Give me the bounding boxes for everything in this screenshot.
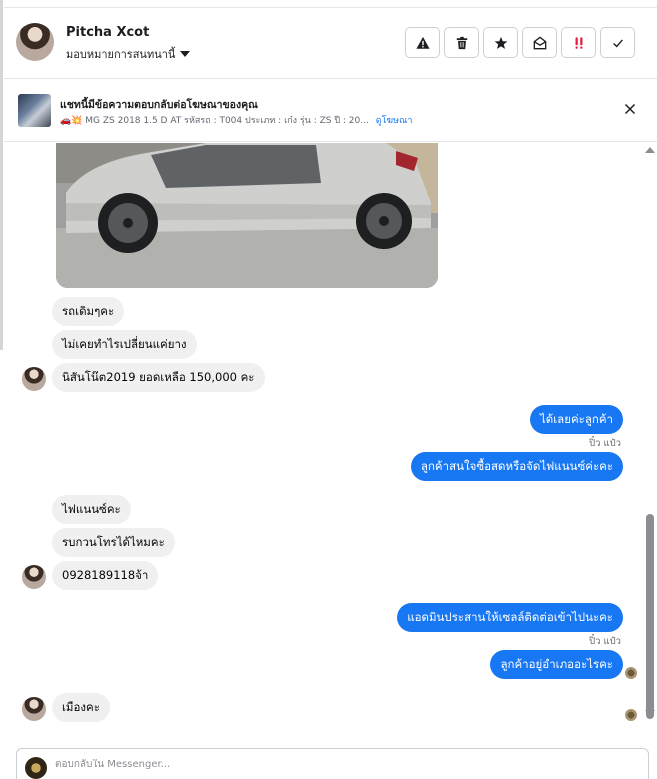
contact-name[interactable]: Pitcha Xcot — [66, 25, 149, 40]
assign-label: มอบหมายการสนทนานี้ — [66, 48, 176, 61]
incoming-message[interactable]: นิสันโน๊ต2019 ยอดเหลือ 150,000 คะ — [52, 363, 265, 392]
sender-avatar[interactable] — [22, 367, 46, 391]
reply-composer[interactable] — [16, 748, 649, 779]
outgoing-message[interactable]: แอดมินประสานให้เซลล์ติดต่อเข้าไปนะคะ — [397, 603, 623, 632]
outgoing-message[interactable]: ได้เลยค่ะลูกค้า — [530, 405, 623, 434]
double-exclamation-icon — [575, 36, 582, 49]
caret-down-icon — [180, 51, 191, 57]
header-actions — [405, 27, 635, 58]
incoming-message[interactable]: รถเดิมๆคะ — [52, 297, 125, 326]
incoming-message[interactable]: ไม่เคยทำไรเปลี่ยนแค่ยาง — [52, 330, 197, 359]
ad-description-text: 🚗💥 MG ZS 2018 1.5 D AT รหัสรถ : T004 ประ… — [60, 116, 369, 126]
delete-button[interactable] — [444, 27, 479, 58]
read-receipt-avatar — [625, 667, 637, 679]
scroll-down-arrow-icon[interactable] — [645, 710, 655, 716]
scrollbar-thumb[interactable] — [646, 514, 654, 719]
sender-avatar[interactable] — [22, 565, 46, 589]
panel-left-border — [0, 0, 3, 350]
mark-unread-button[interactable] — [522, 27, 557, 58]
follow-up-button[interactable] — [561, 27, 596, 58]
check-icon — [612, 38, 623, 48]
car-image — [56, 143, 438, 288]
sender-avatar[interactable] — [22, 697, 46, 721]
star-button[interactable] — [483, 27, 518, 58]
incoming-message[interactable]: เมืองคะ — [52, 693, 110, 722]
incoming-message[interactable]: 0928189118จ้า — [52, 561, 159, 590]
seen-by-label: ปิ๋ว แป๋ว — [589, 438, 621, 449]
ad-banner-description: 🚗💥 MG ZS 2018 1.5 D AT รหัสรถ : T004 ประ… — [60, 113, 412, 127]
read-receipt-avatar — [625, 709, 637, 721]
ad-reply-banner: แชทนี้มีข้อความตอบกลับต่อโฆษณาของคุณ 🚗💥 … — [4, 80, 657, 142]
ad-banner-title: แชทนี้มีข้อความตอบกลับต่อโฆษณาของคุณ — [60, 99, 258, 111]
ad-thumbnail[interactable] — [18, 94, 51, 127]
outgoing-message[interactable]: ลูกค้าอยู่อำเภออะไรคะ — [490, 650, 623, 679]
assign-conversation-dropdown[interactable]: มอบหมายการสนทนานี้ — [66, 45, 191, 63]
star-icon — [494, 36, 507, 49]
outgoing-message[interactable]: ลูกค้าสนใจซื้อสดหรือจัดไฟแนนซ์ค่ะคะ — [410, 452, 623, 481]
view-ad-link[interactable]: ดูโฆษณา — [376, 116, 413, 126]
warning-icon — [415, 36, 430, 49]
seen-by-label: ปิ๋ว แป๋ว — [589, 636, 621, 647]
done-button[interactable] — [600, 27, 635, 58]
trash-icon — [456, 36, 467, 49]
page-avatar — [25, 757, 47, 779]
incoming-message[interactable]: รบกวนโทรได้ไหมคะ — [52, 528, 175, 557]
message-thread[interactable]: รถเดิมๆคะ ไม่เคยทำไรเปลี่ยนแค่ยาง นิสันโ… — [4, 143, 657, 735]
car-photo-attachment[interactable] — [56, 143, 438, 288]
incoming-message[interactable]: ไฟแนนซ์คะ — [52, 495, 131, 524]
envelope-open-icon — [533, 35, 546, 49]
scroll-up-arrow-icon[interactable] — [645, 147, 655, 153]
contact-avatar[interactable] — [16, 23, 54, 61]
conversation-header: Pitcha Xcot มอบหมายการสนทนานี้ — [4, 8, 657, 79]
close-icon[interactable] — [623, 102, 637, 116]
reply-input[interactable] — [55, 759, 455, 770]
spam-button[interactable] — [405, 27, 440, 58]
